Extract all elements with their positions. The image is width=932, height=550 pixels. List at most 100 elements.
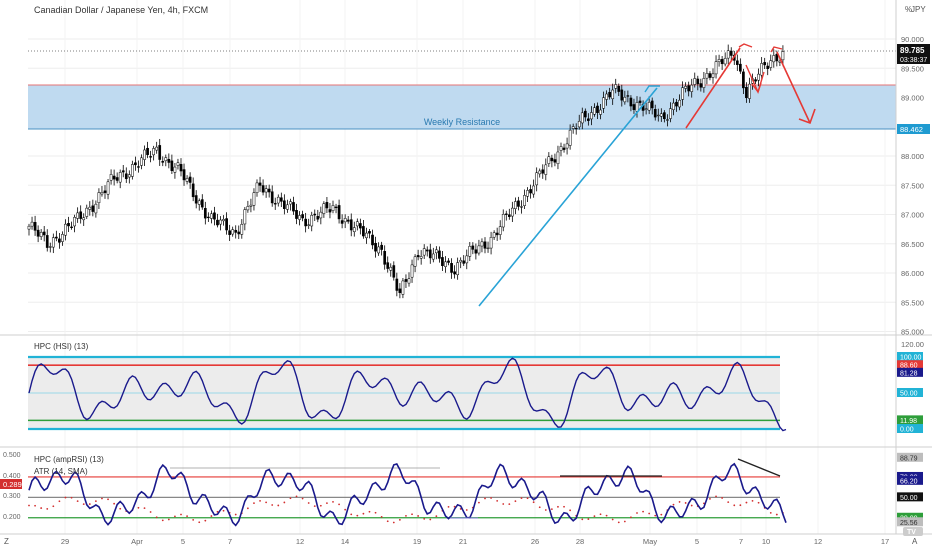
candle-bullish[interactable] — [456, 262, 459, 276]
candle-bearish[interactable] — [517, 200, 520, 207]
candle-bearish[interactable] — [763, 62, 767, 66]
candle-bearish[interactable] — [428, 249, 432, 259]
candle-bearish[interactable] — [675, 101, 678, 107]
candle-bearish[interactable] — [273, 203, 277, 205]
candle-bearish[interactable] — [70, 226, 73, 228]
candle-bullish[interactable] — [535, 172, 539, 186]
candle-bullish[interactable] — [152, 148, 155, 156]
candle-bearish[interactable] — [632, 104, 636, 110]
candle-bullish[interactable] — [769, 60, 773, 68]
candle-bullish[interactable] — [422, 248, 426, 256]
candle-bearish[interactable] — [368, 231, 371, 234]
candle-bullish[interactable] — [681, 87, 684, 100]
candle-bullish[interactable] — [593, 107, 596, 115]
candle-bearish[interactable] — [495, 232, 499, 236]
candle-bearish[interactable] — [471, 245, 475, 250]
candle-bullish[interactable] — [526, 190, 529, 197]
candle-bullish[interactable] — [185, 178, 189, 182]
candle-bearish[interactable] — [55, 236, 58, 239]
candle-bullish[interactable] — [726, 50, 730, 59]
timezone-button[interactable]: Z — [4, 537, 9, 546]
candle-bullish[interactable] — [577, 121, 581, 128]
candle-bearish[interactable] — [79, 211, 83, 219]
candle-bearish[interactable] — [267, 188, 271, 193]
candle-bullish[interactable] — [127, 174, 131, 178]
candle-bearish[interactable] — [359, 223, 362, 229]
candle-bearish[interactable] — [629, 97, 633, 107]
candle-bearish[interactable] — [766, 65, 770, 69]
candle-bearish[interactable] — [663, 112, 666, 120]
candle-bearish[interactable] — [134, 162, 137, 166]
candle-bullish[interactable] — [659, 113, 663, 117]
candle-bullish[interactable] — [219, 219, 222, 225]
candle-bearish[interactable] — [596, 105, 599, 113]
candle-bearish[interactable] — [237, 231, 241, 235]
candle-bullish[interactable] — [343, 218, 347, 223]
candle-bearish[interactable] — [720, 59, 724, 65]
candle-bearish[interactable] — [124, 173, 128, 180]
candle-bullish[interactable] — [419, 256, 423, 259]
candle-bullish[interactable] — [246, 206, 250, 211]
candle-bullish[interactable] — [140, 157, 143, 166]
candle-bearish[interactable] — [739, 63, 742, 72]
candle-bullish[interactable] — [100, 192, 104, 195]
candle-bullish[interactable] — [468, 245, 472, 257]
candle-bullish[interactable] — [717, 59, 721, 62]
candle-bearish[interactable] — [316, 216, 320, 220]
candle-bullish[interactable] — [693, 78, 697, 85]
candle-bearish[interactable] — [474, 249, 478, 254]
candle-bullish[interactable] — [647, 102, 651, 111]
candle-bullish[interactable] — [173, 166, 177, 173]
chart-canvas[interactable]: Weekly Resistance Canadian Dollar / Japa… — [0, 0, 932, 550]
candle-bullish[interactable] — [705, 73, 709, 79]
candle-bullish[interactable] — [702, 78, 706, 88]
candle-bullish[interactable] — [590, 112, 593, 120]
candle-bearish[interactable] — [638, 100, 642, 103]
candle-bullish[interactable] — [520, 206, 523, 208]
candle-bearish[interactable] — [699, 83, 703, 88]
candle-bullish[interactable] — [109, 174, 113, 181]
candle-bullish[interactable] — [711, 73, 715, 78]
candle-bullish[interactable] — [222, 219, 225, 222]
candle-bearish[interactable] — [583, 110, 587, 118]
candle-bullish[interactable] — [286, 204, 289, 210]
candle-bearish[interactable] — [158, 145, 162, 160]
candle-bearish[interactable] — [362, 226, 365, 237]
candle-bullish[interactable] — [486, 247, 490, 250]
candle-bearish[interactable] — [334, 206, 338, 209]
candle-bullish[interactable] — [614, 84, 618, 89]
candle-bullish[interactable] — [289, 201, 292, 205]
candle-bearish[interactable] — [325, 202, 329, 209]
candle-bullish[interactable] — [27, 225, 31, 230]
candle-bearish[interactable] — [115, 177, 119, 181]
candle-bullish[interactable] — [669, 108, 672, 119]
candle-bearish[interactable] — [438, 250, 441, 259]
candle-bullish[interactable] — [231, 229, 235, 235]
candle-bullish[interactable] — [307, 224, 311, 226]
candle-bearish[interactable] — [337, 205, 341, 220]
candle-bearish[interactable] — [745, 86, 748, 99]
candle-bullish[interactable] — [511, 207, 514, 217]
candle-bearish[interactable] — [36, 229, 40, 237]
candle-bullish[interactable] — [565, 143, 569, 149]
candle-bullish[interactable] — [389, 266, 393, 271]
candle-bullish[interactable] — [331, 205, 335, 211]
candle-bullish[interactable] — [298, 215, 301, 220]
candle-bullish[interactable] — [276, 196, 280, 204]
candle-bullish[interactable] — [781, 51, 785, 61]
candle-bearish[interactable] — [386, 262, 390, 269]
candle-bearish[interactable] — [328, 209, 332, 213]
candle-bullish[interactable] — [644, 108, 648, 110]
candle-bearish[interactable] — [182, 169, 186, 181]
candle-bullish[interactable] — [544, 164, 548, 175]
candle-bearish[interactable] — [696, 78, 700, 85]
candle-bullish[interactable] — [602, 97, 605, 109]
candle-bearish[interactable] — [234, 229, 238, 233]
candle-bullish[interactable] — [118, 172, 122, 183]
candle-bearish[interactable] — [340, 220, 344, 224]
candle-bullish[interactable] — [599, 109, 602, 115]
candle-bearish[interactable] — [188, 176, 192, 183]
candle-bearish[interactable] — [653, 109, 657, 118]
candle-bearish[interactable] — [301, 214, 304, 219]
candle-bearish[interactable] — [349, 219, 353, 231]
